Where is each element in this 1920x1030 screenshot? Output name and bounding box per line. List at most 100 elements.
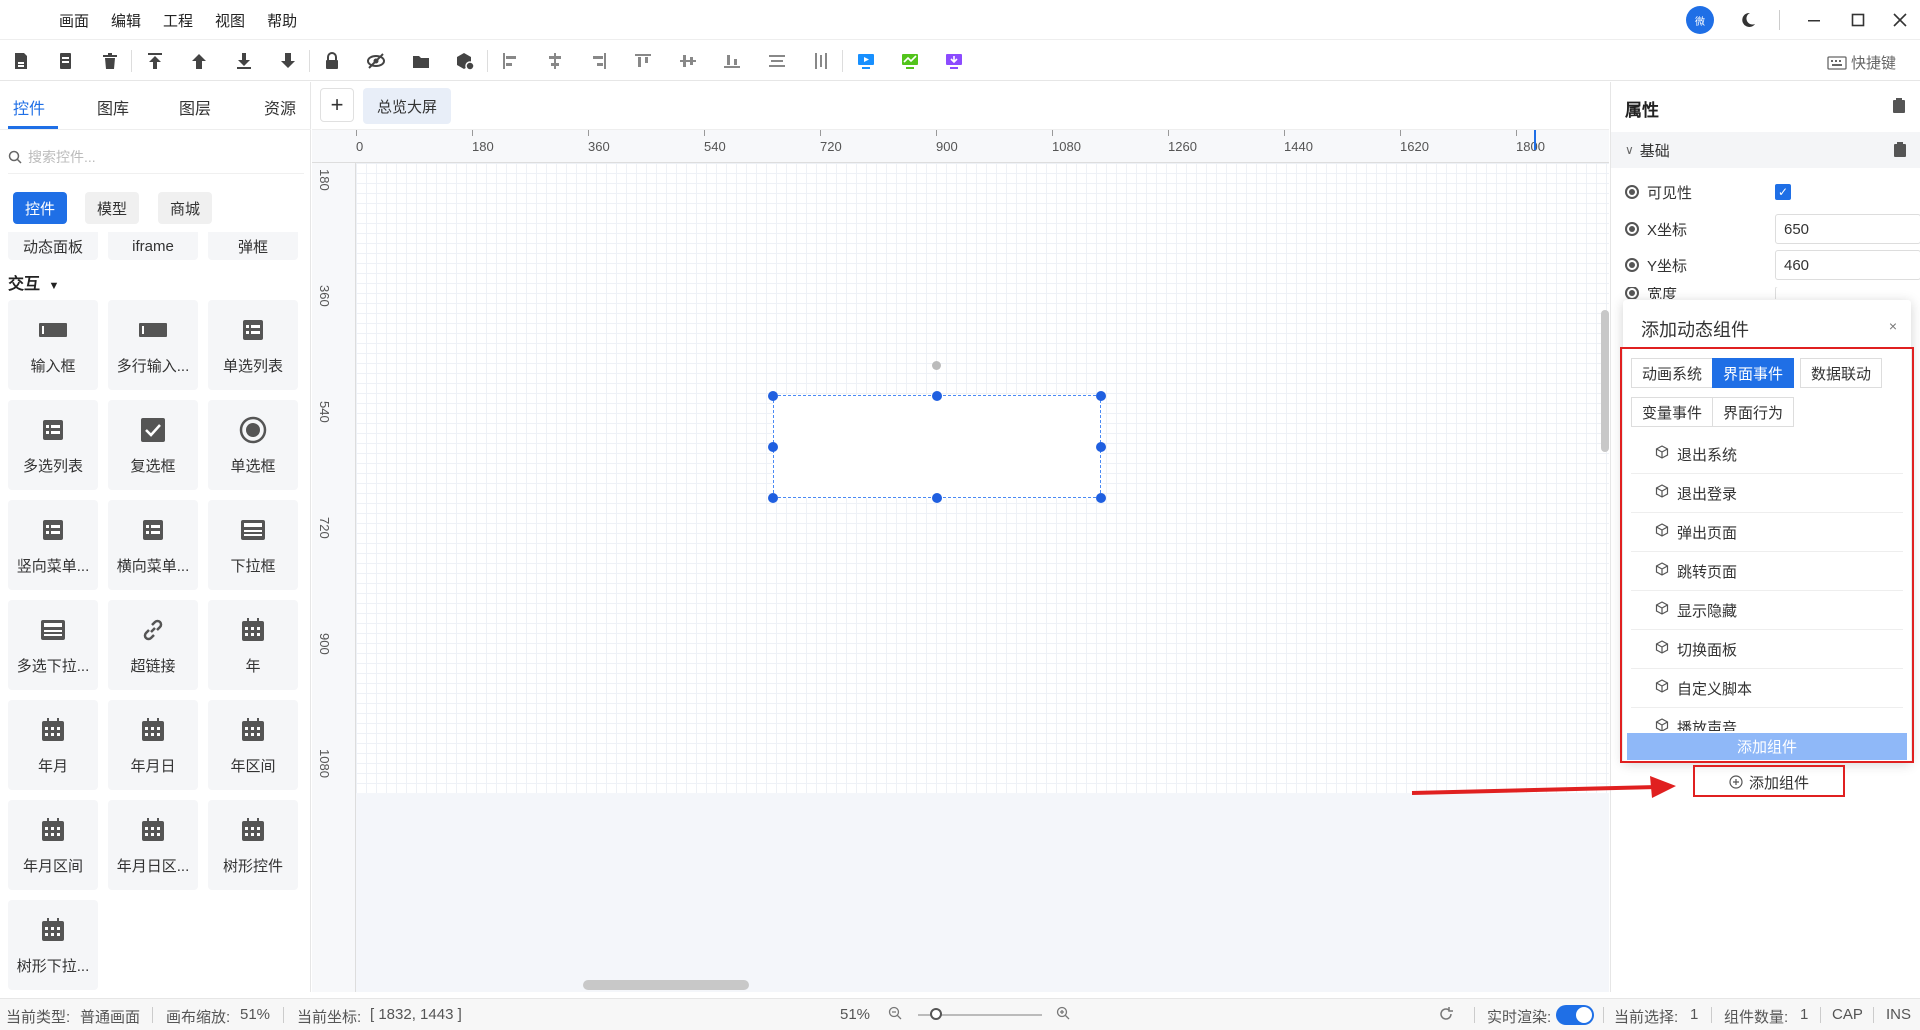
component-year-range[interactable]: 年区间 bbox=[208, 700, 298, 790]
close-icon[interactable] bbox=[1888, 8, 1912, 32]
pill-store[interactable]: 商城 bbox=[158, 192, 213, 224]
resize-handle-nw[interactable] bbox=[768, 391, 778, 401]
component-radio-list[interactable]: 单选列表 bbox=[208, 300, 298, 390]
radio-icon[interactable] bbox=[1625, 287, 1639, 299]
component-multi-dropdown[interactable]: 多选下拉... bbox=[8, 600, 98, 690]
chart-icon[interactable] bbox=[897, 48, 923, 74]
distribute-h-icon[interactable] bbox=[764, 48, 790, 74]
rotate-handle[interactable] bbox=[932, 361, 941, 370]
divider bbox=[842, 50, 843, 72]
close-icon[interactable]: × bbox=[1889, 318, 1897, 334]
delete-icon[interactable] bbox=[97, 48, 123, 74]
save-icon[interactable] bbox=[8, 48, 34, 74]
tab-gallery[interactable]: 图库 bbox=[97, 95, 129, 119]
zoom-out-icon[interactable] bbox=[888, 1006, 902, 1024]
selected-component[interactable] bbox=[773, 395, 1101, 498]
bring-to-front-icon[interactable] bbox=[142, 48, 168, 74]
add-page-button[interactable]: + bbox=[320, 88, 354, 122]
component-hyperlink[interactable]: 超链接 bbox=[108, 600, 198, 690]
tab-controls[interactable]: 控件 bbox=[13, 95, 45, 119]
clipboard-icon[interactable] bbox=[1893, 142, 1907, 162]
pill-controls[interactable]: 控件 bbox=[13, 192, 68, 224]
canvas-area[interactable]: 0 180 360 540 720 900 1080 1260 1440 1620 1800 180… bbox=[312, 130, 1609, 992]
tab-resources[interactable]: 资源 bbox=[264, 95, 296, 119]
align-right-icon[interactable] bbox=[586, 48, 612, 74]
preview-icon[interactable] bbox=[853, 48, 879, 74]
align-bottom-icon[interactable] bbox=[719, 48, 745, 74]
divider bbox=[1779, 10, 1780, 30]
shortcut-button[interactable]: 快捷键 bbox=[1827, 52, 1896, 73]
send-backward-icon[interactable] bbox=[231, 48, 257, 74]
menu-screen[interactable]: 画面 bbox=[58, 10, 90, 31]
align-center-h-icon[interactable] bbox=[542, 48, 568, 74]
status-type-value: 普通画面 bbox=[80, 1009, 141, 1026]
component-textarea[interactable]: 多行输入... bbox=[108, 300, 198, 390]
lock-icon[interactable] bbox=[319, 48, 345, 74]
resize-handle-s[interactable] bbox=[932, 493, 942, 503]
component-dropdown[interactable]: 下拉框 bbox=[208, 500, 298, 590]
menu-project[interactable]: 工程 bbox=[162, 10, 194, 31]
bring-forward-icon[interactable] bbox=[186, 48, 212, 74]
resize-handle-n[interactable] bbox=[932, 391, 942, 401]
clipboard-icon[interactable] bbox=[1892, 98, 1906, 117]
align-left-icon[interactable] bbox=[497, 48, 523, 74]
minimize-icon[interactable] bbox=[1802, 8, 1826, 32]
x-input[interactable]: 650 bbox=[1775, 214, 1920, 244]
section-interaction[interactable]: 交互 ▼ bbox=[8, 270, 59, 294]
component-checkbox[interactable]: 复选框 bbox=[108, 400, 198, 490]
page-tab-overview[interactable]: 总览大屏 bbox=[363, 88, 452, 124]
align-top-icon[interactable] bbox=[630, 48, 656, 74]
realtime-render-toggle[interactable] bbox=[1556, 1005, 1594, 1025]
open-folder-icon[interactable] bbox=[408, 48, 434, 74]
component-year-month-day[interactable]: 年月日 bbox=[108, 700, 198, 790]
refresh-icon[interactable] bbox=[1438, 1006, 1454, 1026]
maximize-icon[interactable] bbox=[1846, 8, 1870, 32]
component-year-month-range[interactable]: 年月区间 bbox=[8, 800, 98, 890]
width-input[interactable] bbox=[1775, 287, 1915, 299]
component-horizontal-menu[interactable]: 横向菜单... bbox=[108, 500, 198, 590]
component-tree[interactable]: 树形控件 bbox=[208, 800, 298, 890]
distribute-v-icon[interactable] bbox=[808, 48, 834, 74]
save-as-icon[interactable] bbox=[52, 48, 78, 74]
menu-view[interactable]: 视图 bbox=[214, 10, 246, 31]
component-settings-icon[interactable] bbox=[452, 48, 478, 74]
tab-layers[interactable]: 图层 bbox=[179, 95, 211, 119]
component-iframe[interactable]: iframe bbox=[108, 232, 198, 260]
zoom-in-icon[interactable] bbox=[1056, 1006, 1070, 1024]
publish-icon[interactable] bbox=[941, 48, 967, 74]
resize-handle-ne[interactable] bbox=[1096, 391, 1106, 401]
radio-icon[interactable] bbox=[1625, 222, 1639, 236]
component-dialog[interactable]: 弹框 bbox=[208, 232, 298, 260]
resize-handle-e[interactable] bbox=[1096, 442, 1106, 452]
component-year-month[interactable]: 年月 bbox=[8, 700, 98, 790]
component-dynamic-panel[interactable]: 动态面板 bbox=[8, 232, 98, 260]
pill-models[interactable]: 模型 bbox=[85, 192, 140, 224]
menu-edit[interactable]: 编辑 bbox=[110, 10, 142, 31]
radio-icon[interactable] bbox=[1625, 258, 1639, 272]
radio-icon[interactable] bbox=[1625, 185, 1639, 199]
y-input[interactable]: 460 bbox=[1775, 250, 1920, 280]
zoom-slider-knob[interactable] bbox=[930, 1008, 942, 1020]
dropdown-icon bbox=[238, 515, 268, 545]
component-vertical-menu[interactable]: 竖向菜单... bbox=[8, 500, 98, 590]
component-year[interactable]: 年 bbox=[208, 600, 298, 690]
align-middle-icon[interactable] bbox=[675, 48, 701, 74]
component-tree-dropdown[interactable]: 树形下拉... bbox=[8, 900, 98, 990]
component-year-month-day-range[interactable]: 年月日区... bbox=[108, 800, 198, 890]
component-radio[interactable]: 单选框 bbox=[208, 400, 298, 490]
resize-handle-sw[interactable] bbox=[768, 493, 778, 503]
hide-icon[interactable] bbox=[363, 48, 389, 74]
send-to-back-icon[interactable] bbox=[275, 48, 301, 74]
menu-help[interactable]: 帮助 bbox=[266, 10, 298, 31]
horizontal-scrollbar[interactable] bbox=[583, 980, 749, 990]
resize-handle-se[interactable] bbox=[1096, 493, 1106, 503]
search-input[interactable]: 搜索控件... bbox=[8, 140, 304, 174]
component-input[interactable]: 输入框 bbox=[8, 300, 98, 390]
vertical-scrollbar[interactable] bbox=[1601, 310, 1609, 452]
component-checkbox-list[interactable]: 多选列表 bbox=[8, 400, 98, 490]
group-basic[interactable]: ∨ 基础 bbox=[1611, 132, 1920, 168]
resize-handle-w[interactable] bbox=[768, 442, 778, 452]
avatar[interactable]: 微 bbox=[1686, 6, 1714, 34]
theme-moon-icon[interactable] bbox=[1736, 8, 1760, 32]
visible-checkbox[interactable]: ✓ bbox=[1775, 184, 1791, 200]
